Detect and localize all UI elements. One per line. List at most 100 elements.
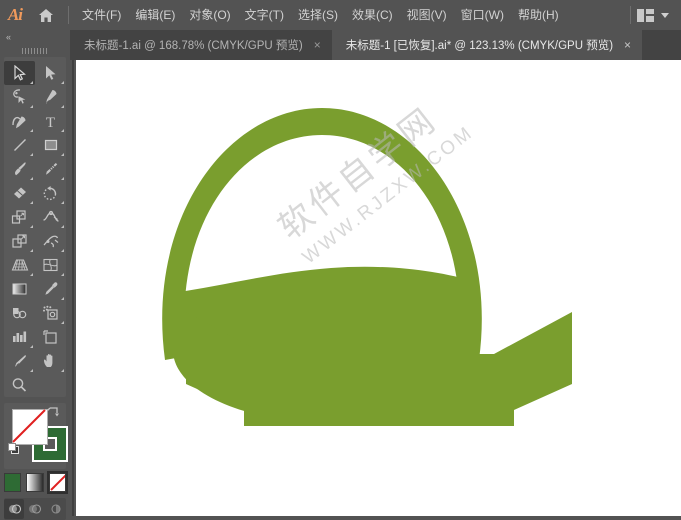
tool-flyout-corner bbox=[61, 153, 64, 156]
document-tab-2-close-icon[interactable]: × bbox=[622, 39, 633, 51]
curvature-tool[interactable] bbox=[4, 109, 35, 133]
type-tool[interactable]: T bbox=[35, 109, 66, 133]
selection-tool[interactable] bbox=[4, 61, 35, 85]
tool-flyout-corner bbox=[30, 369, 33, 372]
tool-flyout-corner bbox=[61, 225, 64, 228]
free-transform-tool[interactable] bbox=[4, 229, 35, 253]
grip-dots-icon bbox=[22, 47, 48, 54]
tool-flyout-corner bbox=[61, 177, 64, 180]
tool-flyout-corner bbox=[30, 129, 33, 132]
artboard-canvas[interactable]: 软件自学网 WWW.RJZXW.COM bbox=[76, 60, 681, 516]
width-tool[interactable] bbox=[35, 205, 66, 229]
tool-flyout-corner bbox=[30, 249, 33, 252]
tool-flyout-corner bbox=[61, 297, 64, 300]
menu-view[interactable]: 视图(V) bbox=[400, 5, 454, 25]
tool-flyout-corner bbox=[61, 129, 64, 132]
menu-window[interactable]: 窗口(W) bbox=[454, 5, 511, 25]
blend-tool[interactable] bbox=[4, 301, 35, 325]
swap-fill-stroke-icon[interactable] bbox=[46, 406, 60, 425]
shaper-tool[interactable] bbox=[35, 157, 66, 181]
perspective-grid-tool[interactable] bbox=[4, 253, 35, 277]
tool-flyout-corner bbox=[30, 345, 33, 348]
tools-panel: « T bbox=[0, 30, 70, 520]
canvas-rail-line bbox=[72, 60, 74, 516]
document-tab-bar: 未标题-1.ai @ 168.78% (CMYK/GPU 预览) × 未标题-1… bbox=[70, 30, 681, 60]
menu-edit[interactable]: 编辑(E) bbox=[128, 5, 182, 25]
direct-selection-tool[interactable] bbox=[35, 61, 66, 85]
color-mode-row bbox=[4, 471, 69, 494]
tool-flyout-corner bbox=[30, 177, 33, 180]
draw-behind-button[interactable] bbox=[25, 499, 45, 519]
tool-flyout-corner bbox=[61, 201, 64, 204]
menu-bar: Ai 文件(F) 编辑(E) 对象(O) 文字(T) 选择(S) 效果(C) 视… bbox=[0, 0, 681, 30]
document-tab-1-label: 未标题-1.ai @ 168.78% (CMYK/GPU 预览) bbox=[84, 40, 303, 52]
menu-file[interactable]: 文件(F) bbox=[75, 5, 128, 25]
gradient-mode-button[interactable] bbox=[26, 473, 44, 492]
column-graph-tool[interactable] bbox=[4, 325, 35, 349]
magic-wand-tool[interactable] bbox=[4, 85, 35, 109]
draw-inside-button[interactable] bbox=[46, 499, 66, 519]
menu-help[interactable]: 帮助(H) bbox=[511, 5, 566, 25]
workspace-switcher[interactable] bbox=[624, 6, 681, 24]
workspace-switcher-icon bbox=[637, 8, 654, 22]
basket-banner-logo[interactable] bbox=[76, 60, 681, 516]
eyedropper-tool[interactable] bbox=[35, 277, 66, 301]
home-icon[interactable] bbox=[30, 0, 62, 30]
mesh-tool[interactable] bbox=[35, 253, 66, 277]
fill-stroke-swatches bbox=[4, 403, 68, 469]
tool-flyout-corner bbox=[61, 321, 64, 324]
svg-text:T: T bbox=[46, 115, 55, 129]
rotate-tool[interactable] bbox=[35, 181, 66, 205]
draw-normal-button[interactable] bbox=[4, 499, 25, 519]
menu-object[interactable]: 对象(O) bbox=[182, 5, 237, 25]
tool-flyout-corner bbox=[30, 225, 33, 228]
paintbrush-tool[interactable] bbox=[4, 157, 35, 181]
menu-item-list: 文件(F) 编辑(E) 对象(O) 文字(T) 选择(S) 效果(C) 视图(V… bbox=[75, 5, 566, 25]
none-slash-icon bbox=[12, 409, 48, 445]
none-mode-button[interactable] bbox=[46, 471, 69, 494]
symbol-sprayer-tool[interactable] bbox=[35, 301, 66, 325]
scale-tool[interactable] bbox=[4, 205, 35, 229]
shape-builder-tool[interactable] bbox=[35, 229, 66, 253]
tool-flyout-corner bbox=[30, 273, 33, 276]
menu-divider bbox=[68, 6, 69, 24]
tool-flyout-corner bbox=[30, 201, 33, 204]
none-slash-icon bbox=[49, 474, 65, 491]
tool-flyout-corner bbox=[30, 153, 33, 156]
document-area: 软件自学网 WWW.RJZXW.COM bbox=[70, 60, 681, 516]
slice-tool[interactable] bbox=[4, 349, 35, 373]
app-logo: Ai bbox=[7, 5, 23, 24]
double-chevron-left-icon: « bbox=[6, 31, 11, 42]
tool-list: T bbox=[4, 61, 66, 397]
tool-flyout-corner bbox=[61, 249, 64, 252]
chevron-down-icon[interactable] bbox=[661, 12, 669, 18]
menu-select[interactable]: 选择(S) bbox=[291, 5, 345, 25]
gradient-tool[interactable] bbox=[4, 277, 35, 301]
default-fill-stroke-icon[interactable] bbox=[8, 443, 22, 462]
document-tab-2[interactable]: 未标题-1 [已恢复].ai* @ 123.13% (CMYK/GPU 预览) … bbox=[331, 30, 643, 60]
tool-flyout-corner bbox=[61, 81, 64, 84]
workspace-divider bbox=[630, 6, 631, 24]
document-tab-1[interactable]: 未标题-1.ai @ 168.78% (CMYK/GPU 预览) × bbox=[70, 30, 332, 60]
eraser-tool[interactable] bbox=[4, 181, 35, 205]
tool-flyout-corner bbox=[61, 369, 64, 372]
zoom-tool[interactable] bbox=[4, 373, 35, 397]
document-tab-1-close-icon[interactable]: × bbox=[312, 39, 323, 51]
tools-panel-body: T bbox=[4, 57, 66, 397]
tools-panel-collapse-button[interactable]: « bbox=[0, 30, 70, 44]
tool-flyout-corner bbox=[61, 105, 64, 108]
line-segment-tool[interactable] bbox=[4, 133, 35, 157]
menu-type[interactable]: 文字(T) bbox=[238, 5, 291, 25]
tools-panel-grip[interactable] bbox=[0, 44, 70, 57]
tool-flyout-corner bbox=[30, 81, 33, 84]
menu-effect[interactable]: 效果(C) bbox=[345, 5, 400, 25]
tool-flyout-corner bbox=[30, 105, 33, 108]
tool-flyout-corner bbox=[61, 273, 64, 276]
artboard-tool[interactable] bbox=[35, 325, 66, 349]
color-mode-button[interactable] bbox=[4, 473, 22, 492]
tool-spacer bbox=[35, 373, 66, 397]
pen-tool[interactable] bbox=[35, 85, 66, 109]
fill-swatch[interactable] bbox=[12, 409, 48, 445]
rectangle-tool[interactable] bbox=[35, 133, 66, 157]
hand-tool[interactable] bbox=[35, 349, 66, 373]
